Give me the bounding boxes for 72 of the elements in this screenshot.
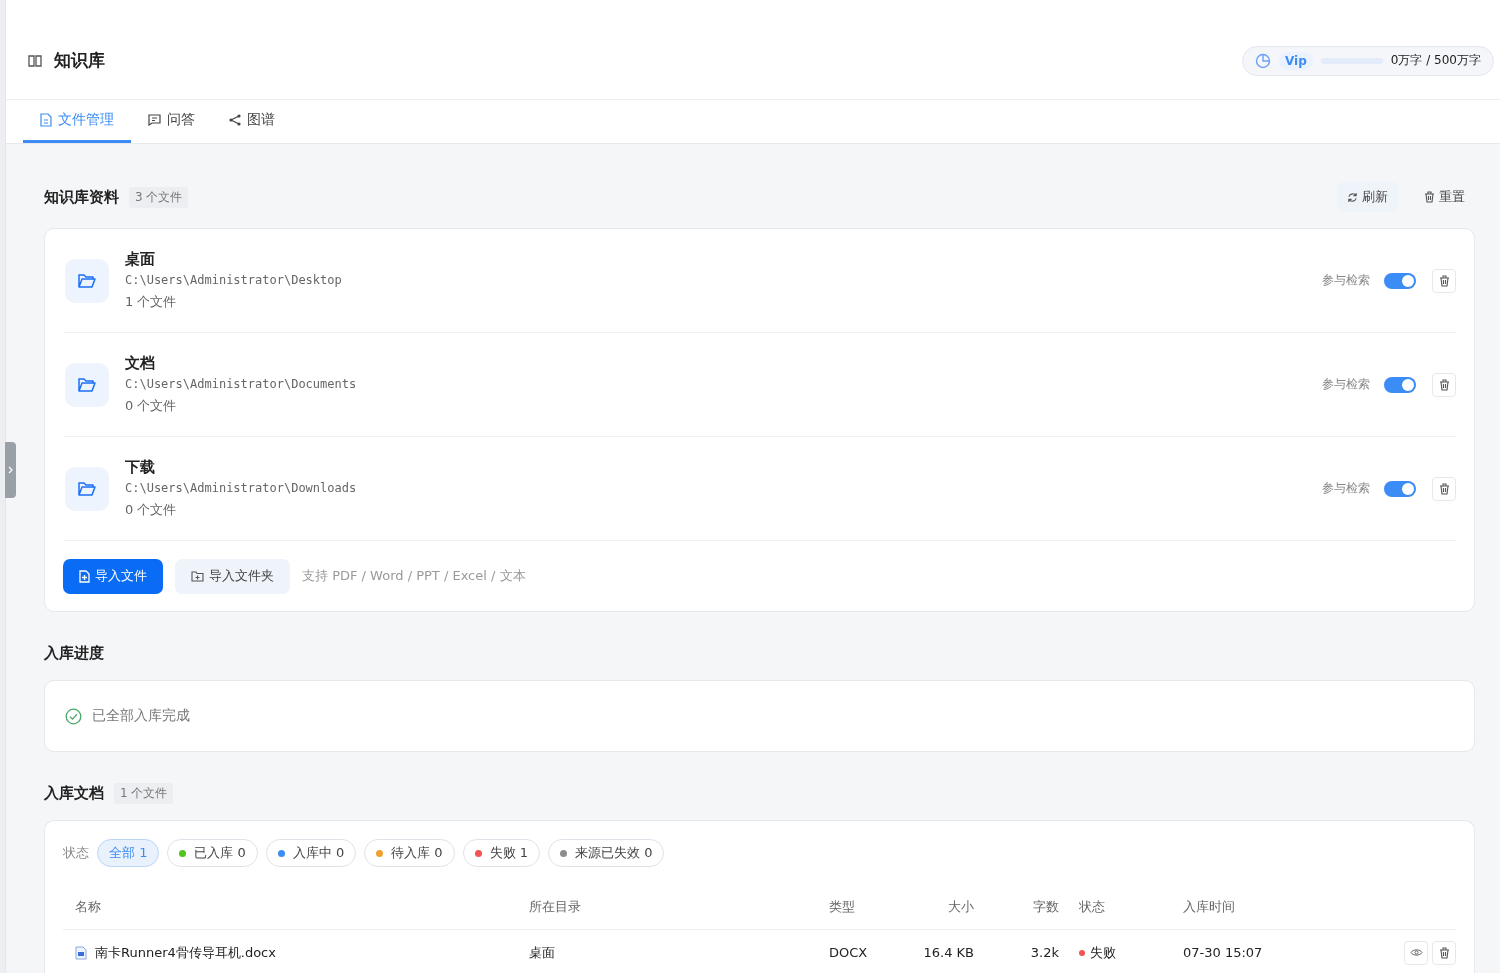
column-header: 入库时间	[1183, 898, 1236, 916]
column-header: 类型	[829, 898, 856, 916]
folder-name: 文档	[125, 354, 156, 373]
refresh-icon	[1347, 191, 1358, 203]
trash-icon	[1438, 378, 1450, 391]
folder-file-count: 1 个文件	[125, 293, 178, 311]
book-icon	[28, 54, 42, 67]
column-header: 所在目录	[529, 898, 582, 916]
tab[interactable]: 问答	[131, 100, 212, 143]
folder-name: 桌面	[125, 250, 156, 269]
folder-icon	[65, 258, 109, 303]
table-cell-text: 16.4 KB	[922, 945, 974, 960]
folder-path: C:\Users\Administrator\Downloads	[125, 481, 358, 495]
toggle-label: 参与检索	[1322, 480, 1370, 497]
usage-text: 0万字 / 500万字	[1390, 52, 1481, 69]
toggle-label: 参与检索	[1322, 272, 1370, 289]
trash-icon	[1438, 274, 1450, 287]
trash-icon	[1438, 482, 1450, 495]
column-header: 字数	[1032, 898, 1060, 916]
folder-icon	[65, 466, 109, 511]
column-header: 名称	[74, 898, 102, 916]
table-cell-text: 3.2k	[1029, 945, 1060, 960]
file-plus-icon	[79, 569, 90, 583]
folder-name: 下载	[125, 458, 156, 477]
toggle-label: 参与检索	[1322, 376, 1370, 393]
filter-label: 状态	[63, 844, 89, 862]
share-icon	[229, 114, 241, 126]
plan-badge: Vip	[1279, 51, 1313, 70]
check-circle-icon	[65, 707, 82, 725]
column-header: 大小	[947, 898, 974, 916]
chevron-right-icon	[8, 466, 13, 474]
import-file-button[interactable]: 导入文件	[63, 558, 163, 594]
pie-chart-icon	[1255, 52, 1271, 69]
table-cell-text: 07-30 15:07	[1183, 945, 1264, 960]
message-icon	[148, 114, 161, 126]
delete-button[interactable]	[1432, 940, 1456, 965]
view-button[interactable]	[1404, 940, 1428, 965]
page-title: 知识库	[54, 49, 105, 72]
folder-file-count: 0 个文件	[125, 397, 178, 415]
status-text: 失败	[1090, 943, 1116, 962]
section-title: 入库文档	[44, 783, 104, 803]
delete-button[interactable]	[1432, 268, 1456, 293]
eye-icon	[1409, 948, 1423, 957]
trash-icon	[1438, 946, 1450, 959]
search-toggle[interactable]	[1384, 376, 1416, 393]
sidebar-handle[interactable]	[5, 442, 16, 498]
folder-path: C:\Users\Administrator\Desktop	[125, 273, 343, 287]
delete-button[interactable]	[1432, 476, 1456, 501]
word-file-icon	[75, 945, 87, 960]
table-cell-text: DOCX	[829, 945, 869, 960]
import-folder-button[interactable]: 导入文件夹	[175, 558, 290, 594]
search-toggle[interactable]	[1384, 272, 1416, 289]
search-toggle[interactable]	[1384, 480, 1416, 497]
tab[interactable]: 图谱	[212, 100, 292, 143]
refresh-button[interactable]: 刷新	[1337, 182, 1398, 212]
folder-path: C:\Users\Administrator\Documents	[125, 377, 358, 391]
trash-icon	[1424, 191, 1435, 203]
document-icon	[40, 113, 52, 127]
section-title: 知识库资料	[44, 187, 119, 207]
folder-plus-icon	[191, 570, 204, 582]
format-hint: 支持 PDF / Word / PPT / Excel / 文本	[302, 567, 526, 585]
file-count-badge: 1 个文件	[114, 782, 174, 804]
folder-file-count: 0 个文件	[125, 501, 178, 519]
file-name: 南卡Runner4骨传导耳机.docx	[95, 943, 276, 962]
column-header: 状态	[1079, 898, 1106, 916]
folder-icon	[65, 362, 109, 407]
reset-button[interactable]: 重置	[1414, 182, 1475, 212]
section-title: 入库进度	[44, 643, 104, 663]
progress-message: 已全部入库完成	[92, 707, 190, 725]
file-count-badge: 3 个文件	[129, 186, 189, 208]
table-cell-text: 桌面	[529, 943, 556, 962]
delete-button[interactable]	[1432, 372, 1456, 397]
